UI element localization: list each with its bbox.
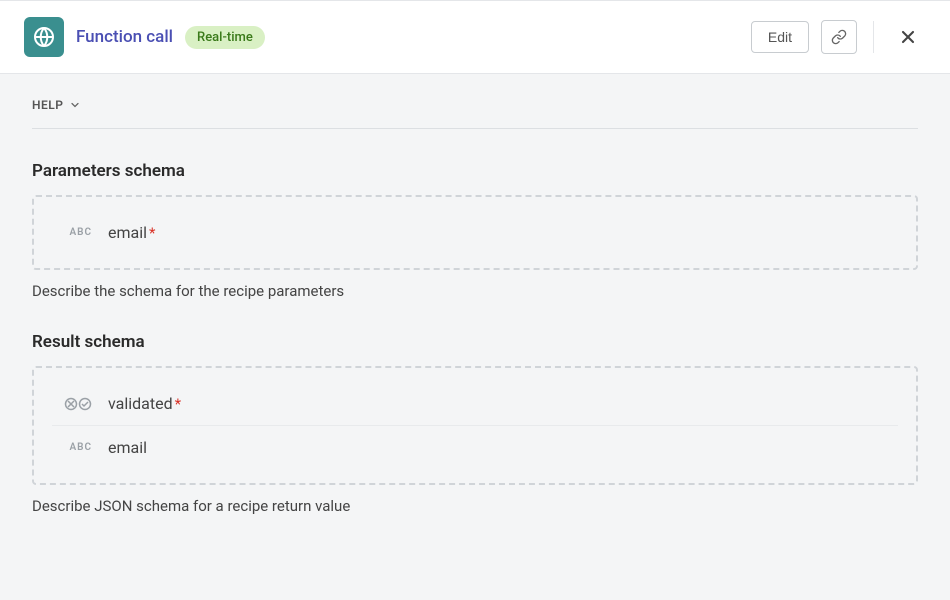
help-label: HELP xyxy=(32,98,63,112)
result-title: Result schema xyxy=(32,332,918,352)
panel-title: Function call xyxy=(76,27,173,47)
string-type-icon: ABC xyxy=(52,442,92,453)
edit-button[interactable]: Edit xyxy=(751,21,809,53)
help-toggle[interactable]: HELP xyxy=(32,98,918,129)
parameters-help-text: Describe the schema for the recipe param… xyxy=(32,282,918,300)
schema-field-row[interactable]: validated* xyxy=(52,382,898,426)
schema-field-row[interactable]: ABC email xyxy=(52,426,898,469)
string-type-icon: ABC xyxy=(52,227,92,238)
field-label: email* xyxy=(108,223,155,242)
header-divider xyxy=(873,21,874,53)
parameters-schema-box: ABC email* xyxy=(32,195,918,270)
field-label: email xyxy=(108,438,147,457)
realtime-badge: Real-time xyxy=(185,26,265,49)
link-icon xyxy=(831,29,847,45)
field-name: validated xyxy=(108,394,173,413)
chevron-down-icon xyxy=(69,99,81,111)
required-indicator: * xyxy=(149,224,155,242)
panel-content: HELP Parameters schema ABC email* Descri… xyxy=(0,74,950,600)
required-indicator: * xyxy=(175,395,181,413)
boolean-type-icon xyxy=(52,397,92,411)
parameters-section: Parameters schema ABC email* Describe th… xyxy=(32,161,918,300)
result-help-text: Describe JSON schema for a recipe return… xyxy=(32,497,918,515)
result-schema-box: validated* ABC email xyxy=(32,366,918,485)
panel-header: Function call Real-time Edit xyxy=(0,0,950,74)
result-section: Result schema validated* xyxy=(32,332,918,515)
field-name: email xyxy=(108,223,147,242)
connector-icon xyxy=(24,17,64,57)
schema-field-row[interactable]: ABC email* xyxy=(52,211,898,254)
parameters-title: Parameters schema xyxy=(32,161,918,181)
close-icon xyxy=(898,27,918,47)
field-name: email xyxy=(108,438,147,457)
field-label: validated* xyxy=(108,394,181,413)
close-button[interactable] xyxy=(890,19,926,55)
link-button[interactable] xyxy=(821,20,857,54)
